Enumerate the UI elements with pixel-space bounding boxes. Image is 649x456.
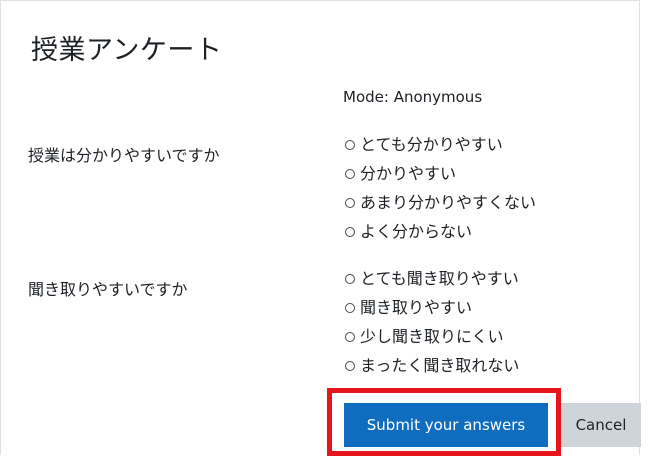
question-2-option-1[interactable]: とても聞き取りやすい [345,264,519,293]
cancel-button[interactable]: Cancel [561,403,641,447]
radio-button-icon[interactable] [345,273,355,284]
radio-button-icon[interactable] [345,197,355,208]
question-1-option-4[interactable]: よく分からない [345,217,536,246]
option-label: あまり分かりやすくない [360,192,537,212]
option-label: 少し聞き取りにくい [360,326,504,346]
radio-button-icon[interactable] [345,360,355,371]
submit-button[interactable]: Submit your answers [344,403,548,447]
question-2-options: とても聞き取りやすい 聞き取りやすい 少し聞き取りにくい まったく聞き取れない [345,264,519,380]
option-label: とても分かりやすい [360,134,503,154]
question-2-option-2[interactable]: 聞き取りやすい [345,293,519,322]
radio-button-icon[interactable] [345,168,355,179]
question-2-text: 聞き取りやすいですか [28,280,188,299]
mode-label: Mode: Anonymous [343,88,483,106]
option-label: 聞き取りやすい [360,297,473,317]
question-1-option-1[interactable]: とても分かりやすい [345,130,536,159]
question-1-option-2[interactable]: 分かりやすい [345,159,536,188]
question-2-option-3[interactable]: 少し聞き取りにくい [345,322,519,351]
radio-button-icon[interactable] [345,226,355,237]
page-title: 授業アンケート [31,35,223,66]
radio-button-icon[interactable] [345,302,355,313]
option-label: とても聞き取りやすい [360,268,519,288]
question-1-option-3[interactable]: あまり分かりやすくない [345,188,536,217]
question-2-option-4[interactable]: まったく聞き取れない [345,351,519,380]
option-label: よく分からない [360,221,473,241]
option-label: まったく聞き取れない [360,355,520,375]
radio-button-icon[interactable] [345,331,355,342]
question-1-text: 授業は分かりやすいですか [28,146,220,165]
survey-panel: 授業アンケート Mode: Anonymous 授業は分かりやすいですか とても… [0,0,641,456]
radio-button-icon[interactable] [345,139,355,150]
question-1-options: とても分かりやすい 分かりやすい あまり分かりやすくない よく分からない [345,130,536,246]
option-label: 分かりやすい [360,163,457,183]
